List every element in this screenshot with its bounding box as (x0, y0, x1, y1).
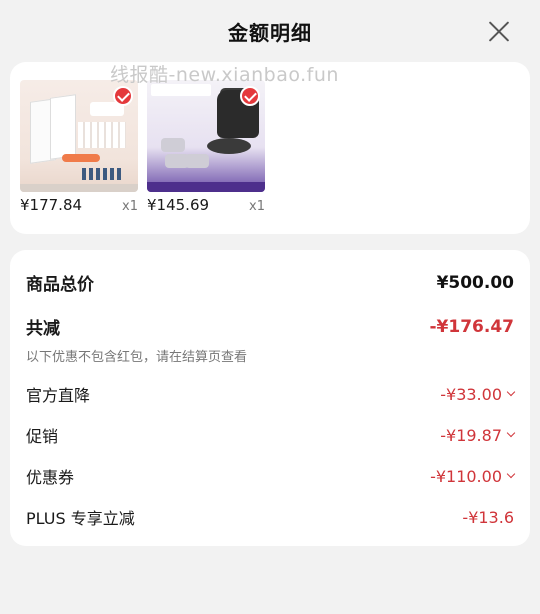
total-price-label: 商品总价 (26, 275, 94, 295)
chevron-down-icon[interactable] (506, 428, 516, 438)
close-icon[interactable] (488, 20, 510, 42)
discount-label: 促销 (26, 427, 59, 446)
product-price: ¥145.69 (147, 196, 210, 214)
product-quantity: x1 (122, 199, 138, 214)
chevron-down-icon[interactable] (506, 469, 516, 479)
amount-detail-sheet: 金额明细 线报酷-new.xianbao.fun ¥177.84 x1 ¥145… (0, 0, 540, 614)
product-price: ¥177.84 (20, 196, 83, 214)
discount-row-official[interactable]: 官方直降 -¥33.00 (26, 382, 516, 406)
total-price-value: ¥500.00 (436, 272, 514, 293)
discount-value: -¥13.6 (462, 507, 514, 527)
discount-total-row: 共减 -¥176.47 (26, 314, 515, 340)
discount-value: -¥19.87 (440, 425, 502, 445)
discount-total-label: 共减 (26, 319, 60, 339)
discount-value: -¥110.00 (430, 466, 502, 486)
discount-row-coupon[interactable]: 优惠券 -¥110.00 (26, 464, 516, 488)
selected-check-icon[interactable] (240, 86, 260, 106)
product-image-1[interactable] (20, 80, 138, 192)
product-item-2[interactable]: ¥145.69 x1 (147, 80, 265, 214)
discount-label: 优惠券 (26, 468, 75, 487)
sheet-header: 金额明细 (0, 0, 540, 62)
total-price-row: 商品总价 ¥500.00 (26, 270, 514, 296)
discount-note: 以下优惠不包含红包，请在结算页查看 (26, 350, 248, 365)
sheet-title: 金额明细 (228, 20, 312, 45)
discount-value: -¥33.00 (440, 384, 502, 404)
price-summary-card: 商品总价 ¥500.00 共减 -¥176.47 以下优惠不包含红包，请在结算页… (10, 250, 530, 546)
product-quantity: x1 (249, 199, 265, 214)
product-list-card: ¥177.84 x1 ¥145.69 x1 (10, 62, 530, 234)
discount-row-plus: PLUS 专享立减 -¥13.6 (26, 505, 514, 529)
discount-label: 官方直降 (26, 386, 91, 405)
product-item-1[interactable]: ¥177.84 x1 (20, 80, 138, 214)
discount-label: PLUS 专享立减 (26, 509, 135, 528)
discount-value-wrap[interactable]: -¥110.00 (430, 466, 516, 486)
discount-total-value: -¥176.47 (429, 316, 515, 337)
selected-check-icon[interactable] (113, 86, 133, 106)
chevron-down-icon[interactable] (506, 387, 516, 397)
product-image-2[interactable] (147, 80, 265, 192)
discount-row-promotion[interactable]: 促销 -¥19.87 (26, 423, 516, 447)
discount-value-wrap[interactable]: -¥33.00 (440, 384, 516, 404)
discount-value-wrap[interactable]: -¥19.87 (440, 425, 516, 445)
